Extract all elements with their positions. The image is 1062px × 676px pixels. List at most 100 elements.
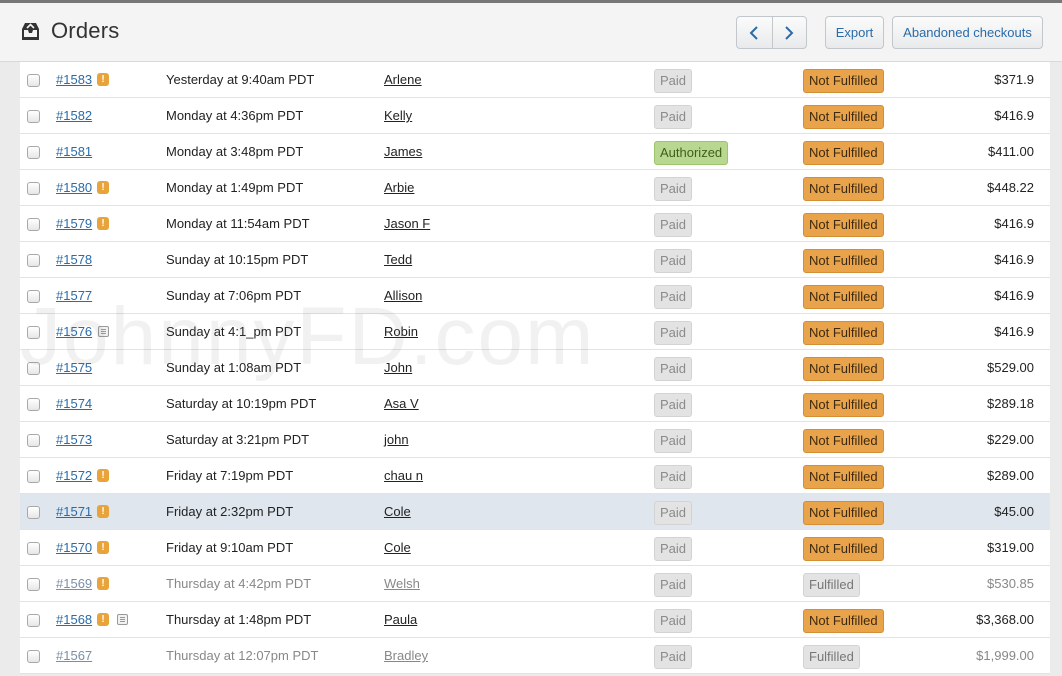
table-row[interactable]: #1570! Friday at 9:10am PDT Cole Paid Not Fu… <box>20 530 1050 566</box>
order-number-link[interactable]: #1582 <box>56 108 92 123</box>
fulfillment-status-badge: Not Fulfilled <box>803 501 884 525</box>
customer-link[interactable]: Cole <box>384 504 411 519</box>
order-date: Yesterday at 9:40am PDT <box>166 72 315 87</box>
table-row[interactable]: #1576 Sunday at 4:1_pm PDT Robin Paid Not Fu… <box>20 314 1050 350</box>
table-row[interactable]: #1579! Monday at 11:54am PDT Jason F Paid No… <box>20 206 1050 242</box>
row-checkbox[interactable] <box>27 182 40 195</box>
order-number-link[interactable]: #1577 <box>56 288 92 303</box>
chevron-right-icon <box>785 25 794 40</box>
warning-icon: ! <box>97 505 109 518</box>
customer-link[interactable]: Robin <box>384 324 418 339</box>
customer-link[interactable]: Arbie <box>384 180 414 195</box>
customer-link[interactable]: john <box>384 432 409 447</box>
order-date: Friday at 9:10am PDT <box>166 540 294 555</box>
fulfillment-status-badge: Not Fulfilled <box>803 393 884 417</box>
order-number-link[interactable]: #1568 <box>56 612 92 627</box>
row-checkbox[interactable] <box>27 290 40 303</box>
abandoned-checkouts-button[interactable]: Abandoned checkouts <box>892 16 1043 49</box>
order-total: $416.9 <box>994 324 1034 339</box>
order-total: $45.00 <box>994 504 1034 519</box>
order-number-link[interactable]: #1572 <box>56 468 92 483</box>
order-total: $3,368.00 <box>976 612 1034 627</box>
customer-link[interactable]: Paula <box>384 612 417 627</box>
fulfillment-status-badge: Not Fulfilled <box>803 177 884 201</box>
order-date: Friday at 7:19pm PDT <box>166 468 294 483</box>
row-checkbox[interactable] <box>27 254 40 267</box>
order-total: $529.00 <box>987 360 1034 375</box>
customer-link[interactable]: Asa V <box>384 396 419 411</box>
table-row[interactable]: #1581 Monday at 3:48pm PDT James Authorized… <box>20 134 1050 170</box>
warning-icon: ! <box>97 181 109 194</box>
table-row[interactable]: #1568! Thursday at 1:48pm PDT Paula Paid Not… <box>20 602 1050 638</box>
table-row[interactable]: #1567 Thursday at 12:07pm PDT Bradley Paid F… <box>20 638 1050 674</box>
customer-link[interactable]: John <box>384 360 412 375</box>
order-number-link[interactable]: #1575 <box>56 360 92 375</box>
table-row[interactable]: #1582 Monday at 4:36pm PDT Kelly Paid Not Fu… <box>20 98 1050 134</box>
table-row[interactable]: #1571! Friday at 2:32pm PDT Cole Paid Not Fu… <box>20 494 1050 530</box>
order-number-link[interactable]: #1569 <box>56 576 92 591</box>
prev-page-button[interactable] <box>737 17 772 48</box>
note-icon <box>98 326 109 337</box>
order-total: $448.22 <box>987 180 1034 195</box>
customer-link[interactable]: Bradley <box>384 648 428 663</box>
table-row[interactable]: #1578 Sunday at 10:15pm PDT Tedd Paid Not Fu… <box>20 242 1050 278</box>
row-checkbox[interactable] <box>27 578 40 591</box>
row-checkbox[interactable] <box>27 650 40 663</box>
row-checkbox[interactable] <box>27 146 40 159</box>
export-button[interactable]: Export <box>825 16 884 49</box>
customer-link[interactable]: Tedd <box>384 252 412 267</box>
order-date: Thursday at 4:42pm PDT <box>166 576 312 591</box>
row-checkbox[interactable] <box>27 398 40 411</box>
row-checkbox[interactable] <box>27 434 40 447</box>
customer-link[interactable]: chau n <box>384 468 423 483</box>
customer-link[interactable]: James <box>384 144 422 159</box>
table-row[interactable]: #1577 Sunday at 7:06pm PDT Allison Paid Not … <box>20 278 1050 314</box>
order-number-link[interactable]: #1573 <box>56 432 92 447</box>
order-number-link[interactable]: #1574 <box>56 396 92 411</box>
customer-link[interactable]: Jason F <box>384 216 430 231</box>
order-date: Monday at 11:54am PDT <box>166 216 310 231</box>
table-row[interactable]: #1575 Sunday at 1:08am PDT John Paid Not Ful… <box>20 350 1050 386</box>
row-checkbox[interactable] <box>27 506 40 519</box>
customer-link[interactable]: Welsh <box>384 576 420 591</box>
order-date: Monday at 1:49pm PDT <box>166 180 304 195</box>
order-number-link[interactable]: #1581 <box>56 144 92 159</box>
customer-link[interactable]: Arlene <box>384 72 422 87</box>
customer-link[interactable]: Allison <box>384 288 422 303</box>
fulfillment-status-badge: Not Fulfilled <box>803 537 884 561</box>
fulfillment-status-badge: Fulfilled <box>803 645 860 669</box>
row-checkbox[interactable] <box>27 110 40 123</box>
row-checkbox[interactable] <box>27 326 40 339</box>
row-checkbox[interactable] <box>27 362 40 375</box>
row-checkbox[interactable] <box>27 542 40 555</box>
order-number-link[interactable]: #1567 <box>56 648 92 663</box>
row-checkbox[interactable] <box>27 470 40 483</box>
order-total: $319.00 <box>987 540 1034 555</box>
order-number-link[interactable]: #1579 <box>56 216 92 231</box>
table-row[interactable]: #1572! Friday at 7:19pm PDT chau n Paid Not … <box>20 458 1050 494</box>
table-row[interactable]: #1574 Saturday at 10:19pm PDT Asa V Paid Not… <box>20 386 1050 422</box>
page-header: Orders Export Abandoned checkouts <box>0 0 1062 62</box>
payment-status-badge: Paid <box>654 645 693 669</box>
row-checkbox[interactable] <box>27 218 40 231</box>
order-number-link[interactable]: #1580 <box>56 180 92 195</box>
row-checkbox[interactable] <box>27 74 40 87</box>
table-row[interactable]: #1569! Thursday at 4:42pm PDT Welsh Paid Ful… <box>20 566 1050 602</box>
payment-status-badge: Paid <box>654 69 693 93</box>
order-number-link[interactable]: #1578 <box>56 252 92 267</box>
row-checkbox[interactable] <box>27 614 40 627</box>
title-wrap: Orders <box>20 18 119 44</box>
order-number-link[interactable]: #1571 <box>56 504 92 519</box>
next-page-button[interactable] <box>771 17 807 48</box>
order-number-link[interactable]: #1570 <box>56 540 92 555</box>
customer-link[interactable]: Kelly <box>384 108 412 123</box>
customer-link[interactable]: Cole <box>384 540 411 555</box>
table-row[interactable]: #1580! Monday at 1:49pm PDT Arbie Paid Not F… <box>20 170 1050 206</box>
table-row[interactable]: #1583! Yesterday at 9:40am PDT Arlene Paid N… <box>20 62 1050 98</box>
table-row[interactable]: #1573 Saturday at 3:21pm PDT john Paid Not F… <box>20 422 1050 458</box>
order-number-link[interactable]: #1583 <box>56 72 92 87</box>
order-total: $289.00 <box>987 468 1034 483</box>
payment-status-badge: Paid <box>654 177 693 201</box>
fulfillment-status-badge: Not Fulfilled <box>803 141 884 165</box>
order-number-link[interactable]: #1576 <box>56 324 92 339</box>
